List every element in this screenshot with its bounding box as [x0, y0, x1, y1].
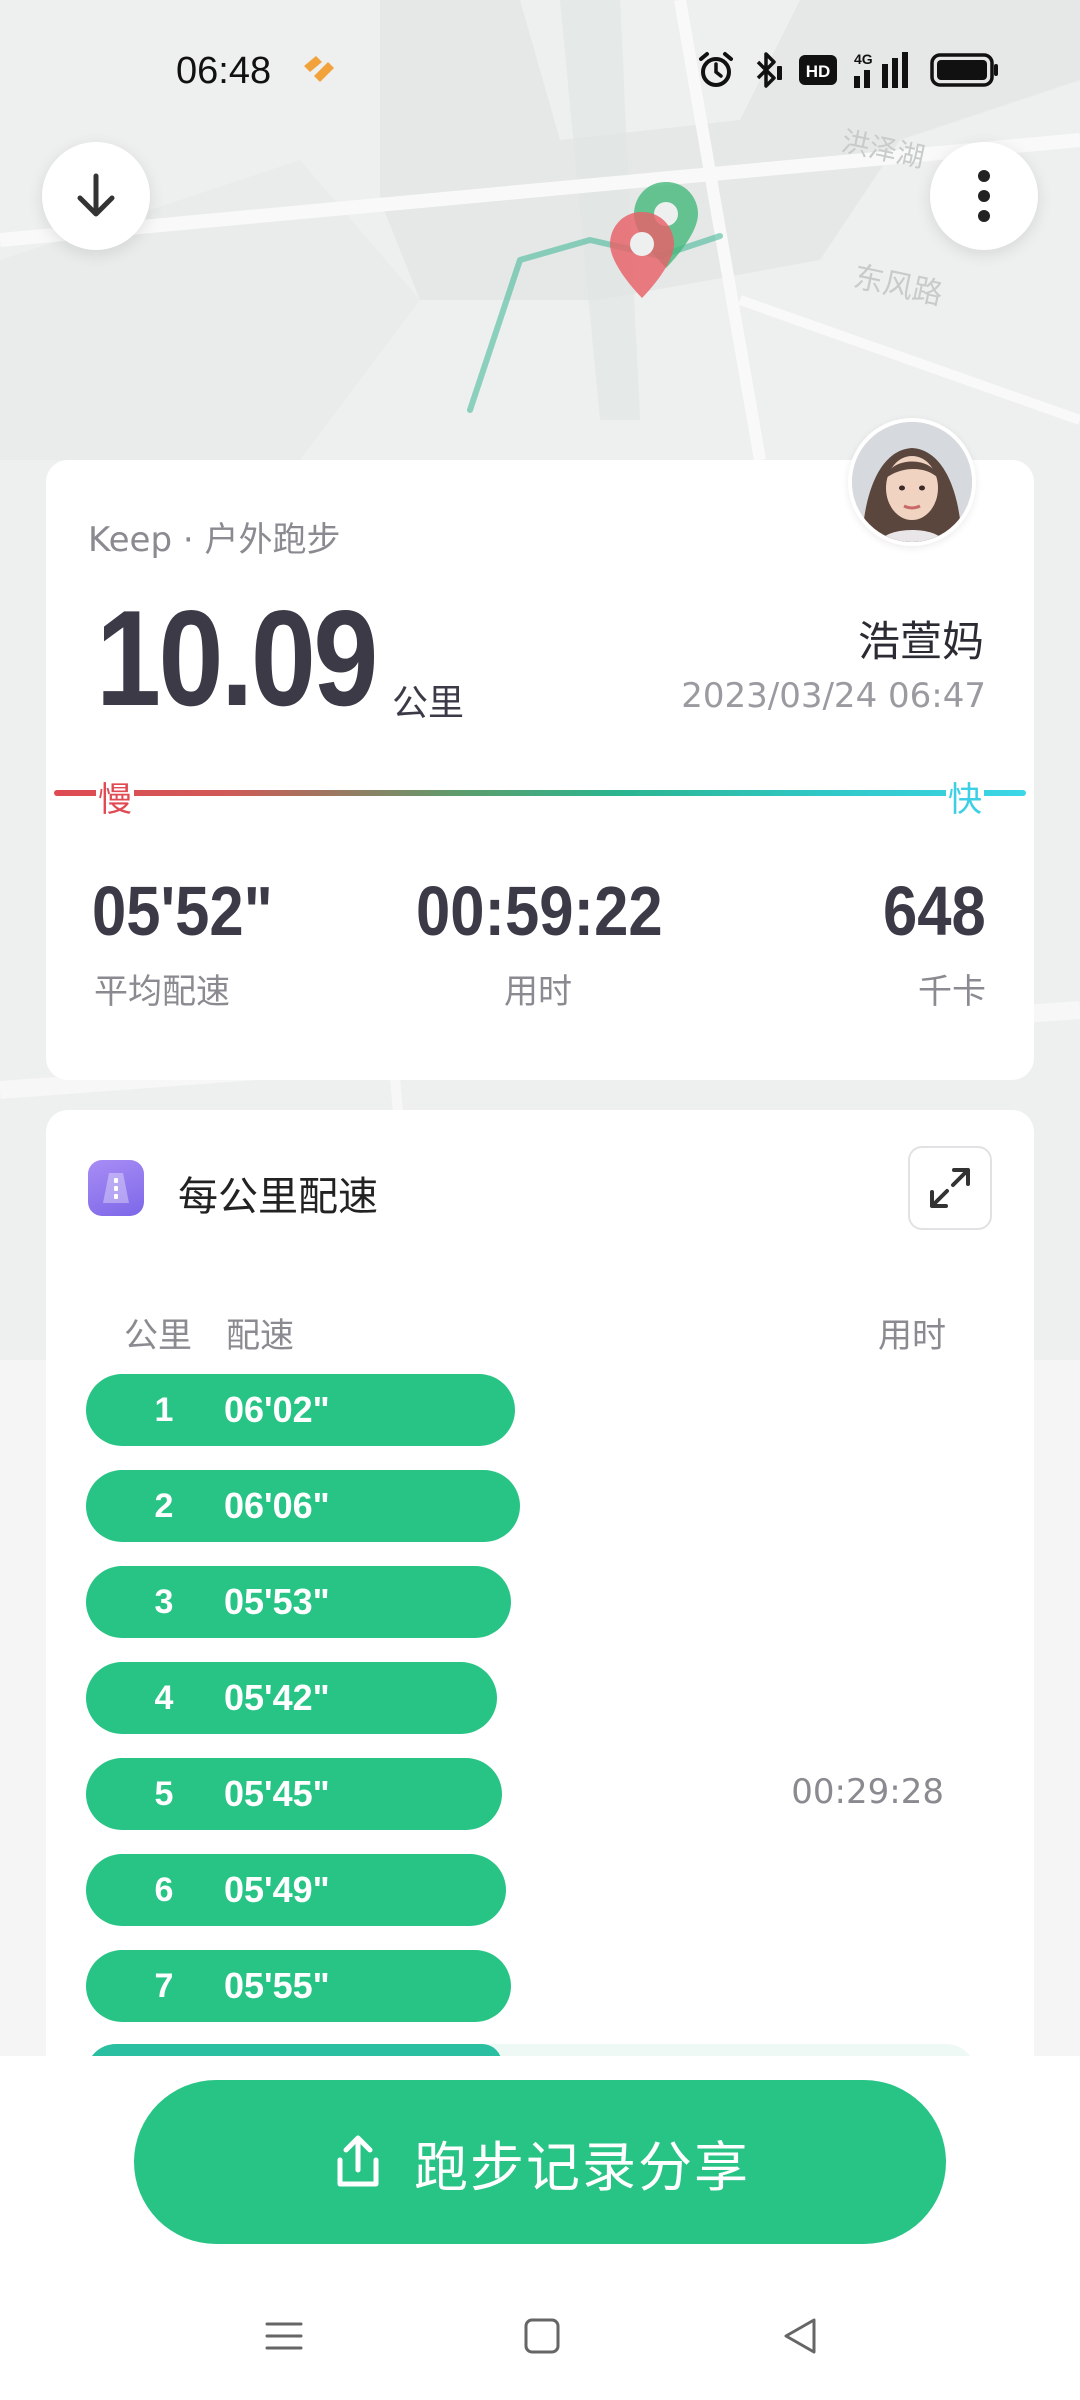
pace-row-pace: 05'49" [224, 1869, 330, 1910]
more-options-button[interactable] [930, 142, 1038, 250]
duration-label: 用时 [504, 972, 572, 1012]
pace-row-pace: 05'53" [224, 1581, 330, 1622]
activity-source: Keep · 户外跑步 [88, 520, 341, 560]
share-button-label: 跑步记录分享 [414, 2135, 750, 2199]
bluetooth-icon [756, 52, 782, 88]
avg-pace-value: 05'52" [92, 872, 273, 950]
menu-icon[interactable] [264, 2316, 304, 2356]
distance-unit: 公里 [392, 683, 465, 724]
pace-row: 1 06'02" [86, 1374, 515, 1446]
back-icon[interactable] [780, 2316, 820, 2356]
avatar[interactable] [848, 418, 976, 546]
speed-fast-label: 快 [946, 772, 984, 821]
pace-row: 6 05'49" [86, 1854, 506, 1926]
pace-row: 4 05'42" [86, 1662, 497, 1734]
status-bar: 06:48 HD 4G [0, 0, 1080, 140]
expand-button[interactable] [908, 1146, 992, 1230]
pace-section-title: 每公里配速 [178, 1174, 378, 1220]
pace-row-km: 7 [154, 1966, 174, 2005]
pace-row-km: 6 [154, 1870, 174, 1909]
distance-value: 10.09 [96, 582, 378, 734]
pace-row-cumulative-time: 00:29:28 [791, 1772, 944, 1812]
status-time: 06:48 [176, 50, 272, 92]
more-vertical-icon [978, 170, 990, 222]
record-date: 2023/03/24 06:47 [681, 676, 986, 716]
pace-row-km: 2 [154, 1486, 174, 1525]
calories-label: 千卡 [918, 972, 986, 1012]
app-notification-icon [304, 56, 334, 82]
share-run-button[interactable]: 跑步记录分享 [134, 2080, 946, 2244]
pace-row-km: 1 [154, 1390, 174, 1429]
pace-row: 3 05'53" [86, 1566, 511, 1638]
svg-text:HD: HD [806, 62, 831, 81]
pace-row-pace: 05'55" [224, 1965, 330, 2006]
battery-icon [930, 53, 998, 87]
avatar-photo [852, 422, 972, 542]
pace-row: 5 05'45" [86, 1758, 502, 1830]
pace-row-pace: 06'02" [224, 1389, 330, 1430]
duration-value: 00:59:22 [416, 872, 663, 950]
alarm-icon [699, 52, 733, 87]
column-header-pace: 配速 [226, 1316, 294, 1356]
expand-icon [930, 1168, 970, 1208]
user-name: 浩萱妈 [857, 617, 984, 666]
avg-pace-label: 平均配速 [94, 972, 230, 1012]
pace-row: 7 05'55" [86, 1950, 511, 2022]
svg-text:4G: 4G [854, 51, 873, 67]
pace-row-km: 3 [154, 1582, 174, 1621]
signal-icon: 4G [854, 51, 908, 88]
speed-slow-label: 慢 [96, 772, 134, 821]
pace-row: 2 06'06" [86, 1470, 520, 1542]
calories-value: 648 [883, 872, 986, 950]
arrow-down-icon [77, 173, 115, 217]
route-end-pin-icon [610, 212, 674, 298]
pace-row-km: 4 [154, 1678, 174, 1717]
pace-row-pace: 06'06" [224, 1485, 330, 1526]
share-icon [337, 2135, 379, 2187]
collapse-button[interactable] [42, 142, 150, 250]
system-nav-bar [0, 2276, 1080, 2400]
speed-gradient-bar [54, 790, 1026, 796]
pace-row-pace: 05'45" [224, 1773, 330, 1814]
column-header-time: 用时 [878, 1316, 946, 1356]
pace-icon [88, 1160, 144, 1216]
pace-row-pace: 05'42" [224, 1677, 330, 1718]
pace-row-km: 5 [154, 1774, 174, 1813]
column-header-km: 公里 [124, 1316, 192, 1356]
hd-icon: HD [799, 55, 837, 85]
home-icon[interactable] [522, 2316, 562, 2356]
